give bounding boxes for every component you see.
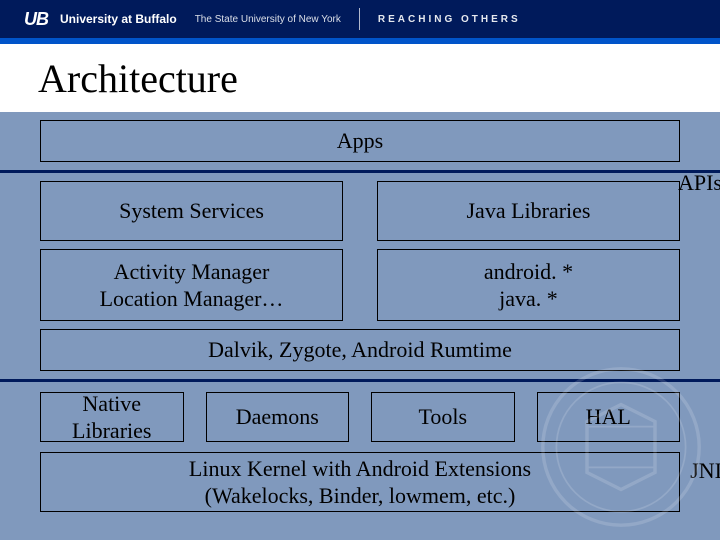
layer-apps: Apps <box>40 120 680 162</box>
layer-activity-manager: Activity ManagerLocation Manager… <box>40 249 343 321</box>
ub-logo: UB University at Buffalo <box>18 8 177 30</box>
layer-system-services: System Services <box>40 181 343 241</box>
architecture-diagram: Apps APIs System Services Java Libraries… <box>0 112 720 512</box>
layer-dalvik: Dalvik, Zygote, Android Rumtime <box>40 329 680 371</box>
layer-kernel: Linux Kernel with Android Extensions(Wak… <box>40 452 680 512</box>
jni-label: JNI <box>690 458 720 484</box>
layer-native-libraries: Native Libraries <box>40 392 184 442</box>
title-band: Architecture <box>0 42 720 112</box>
separator-line-icon <box>0 379 720 382</box>
apis-label: APIs <box>678 170 720 196</box>
divider-icon <box>359 8 360 30</box>
layer-hal: HAL <box>537 392 681 442</box>
page-title: Architecture <box>38 55 238 102</box>
dalvik-row: Dalvik, Zygote, Android Rumtime <box>40 329 680 371</box>
kernel-row: Linux Kernel with Android Extensions(Wak… <box>40 452 680 512</box>
tagline: REACHING OTHERS <box>378 14 521 25</box>
managers-packages-row: Activity ManagerLocation Manager… androi… <box>40 249 680 321</box>
university-name: University at Buffalo <box>60 12 177 26</box>
university-subtitle: The State University of New York <box>195 14 341 25</box>
layer-daemons: Daemons <box>206 392 350 442</box>
top-header: UB University at Buffalo The State Unive… <box>0 0 720 42</box>
ub-mark-icon: UB <box>18 8 54 30</box>
separator-line-icon <box>0 170 720 173</box>
layer-android-packages: android. *java. * <box>377 249 680 321</box>
services-libraries-row: System Services Java Libraries <box>40 181 680 241</box>
layer-java-libraries: Java Libraries <box>377 181 680 241</box>
native-row: Native Libraries Daemons Tools HAL <box>40 392 680 442</box>
layer-tools: Tools <box>371 392 515 442</box>
layer-apps-row: Apps <box>40 120 680 162</box>
